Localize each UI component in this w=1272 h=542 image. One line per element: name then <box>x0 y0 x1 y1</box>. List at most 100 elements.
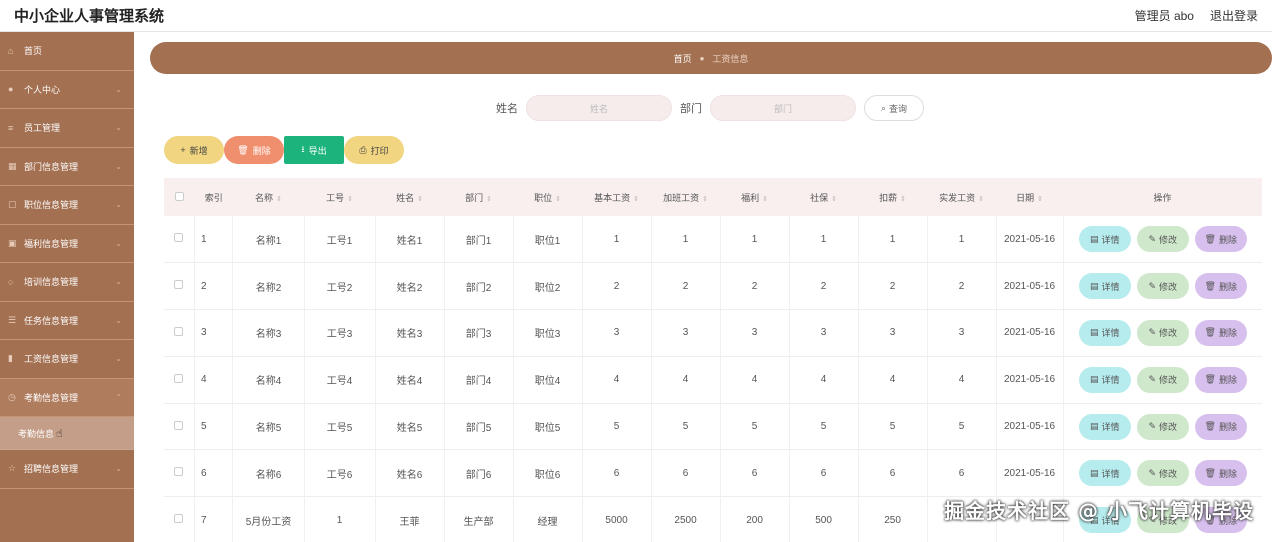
table-cell: 职位4 <box>513 356 583 404</box>
column-header[interactable]: 实发工资 ⇕ <box>927 178 996 216</box>
sort-icon[interactable]: ⇕ <box>276 196 282 203</box>
edit-button[interactable]: ✎ 修改 <box>1136 460 1189 487</box>
logout-link[interactable]: 退出登录 <box>1210 7 1258 24</box>
detail-icon: ▤ <box>1089 421 1099 432</box>
sort-icon[interactable]: ⇕ <box>1037 196 1043 203</box>
gift-icon: ▣ <box>8 237 17 248</box>
detail-button[interactable]: ▤ 详情 <box>1078 319 1131 346</box>
table-cell: 4 <box>720 356 790 404</box>
row-checkbox[interactable] <box>164 496 195 542</box>
sidebar-item-employee[interactable]: ≡ 员工管理 ⌄ <box>0 109 134 148</box>
sidebar-item-salary[interactable]: ▮ 工资信息管理 ⌄ <box>0 340 134 379</box>
column-header[interactable]: 部门 ⇕ <box>444 178 513 216</box>
table-cell: 1 <box>582 216 652 263</box>
sidebar-item-position[interactable]: ▢ 职位信息管理 ⌄ <box>0 186 134 225</box>
row-actions: ▤ 详情 ✎ 修改 🗑 删除 <box>1063 403 1262 450</box>
delete-button[interactable]: 🗑 删除 <box>1194 226 1247 253</box>
dept-search-label: 部门 <box>680 103 702 115</box>
sidebar-item-training[interactable]: ○ 培训信息管理 ⌄ <box>0 263 134 302</box>
sidebar-item-personal-center[interactable]: ● 个人中心 ⌄ <box>0 71 134 109</box>
sort-icon[interactable]: ⇕ <box>978 196 984 203</box>
column-header[interactable]: 加班工资 ⇕ <box>651 178 720 216</box>
detail-button[interactable]: ▤ 详情 <box>1078 273 1131 300</box>
search-row: 姓名 姓名 部门 部门 ⌕ 查询 <box>134 94 1272 122</box>
batch-delete-button[interactable]: 🗑 删除 <box>224 136 284 164</box>
export-button[interactable]: ⭳ 导出 <box>284 136 344 164</box>
table-cell: 2021-05-16 <box>996 356 1064 404</box>
column-header[interactable]: 名称 ⇕ <box>233 178 304 216</box>
column-header[interactable]: 工号 ⇕ <box>304 178 375 216</box>
column-header[interactable]: 职位 ⇕ <box>513 178 582 216</box>
column-header[interactable]: 姓名 ⇕ <box>375 178 444 216</box>
row-checkbox[interactable] <box>164 216 195 263</box>
sort-icon[interactable]: ⇕ <box>831 196 837 203</box>
sort-icon[interactable]: ⇕ <box>555 196 561 203</box>
hand-cursor-icon: ☝ <box>56 427 63 440</box>
sidebar-item-home[interactable]: ⌂ 首页 <box>0 32 134 71</box>
breadcrumb-home[interactable]: 首页 <box>674 52 692 65</box>
delete-button[interactable]: 🗑 删除 <box>1194 319 1247 346</box>
search-button[interactable]: ⌕ 查询 <box>864 95 924 121</box>
grid-icon: ▦ <box>8 160 17 171</box>
table-row: 1 名称1 工号1 姓名1 部门1 职位1 1 1 1 1 1 1 2021-05-16 ▤ 详情 ✎ 修改 🗑 删… <box>164 216 1262 263</box>
edit-button[interactable]: ✎ 修改 <box>1136 319 1189 346</box>
detail-button[interactable]: ▤ 详情 <box>1078 226 1131 253</box>
column-header[interactable]: 日期 ⇕ <box>996 178 1063 216</box>
column-header[interactable]: 基本工资 ⇕ <box>582 178 651 216</box>
detail-icon: ▤ <box>1089 327 1099 338</box>
sort-icon[interactable]: ⇕ <box>417 196 423 203</box>
chevron-down-icon: ⌄ <box>115 123 122 133</box>
sidebar-item-attendance[interactable]: ◷ 考勤信息管理 ⌃ <box>0 378 134 417</box>
column-header[interactable]: 社保 ⇕ <box>789 178 858 216</box>
column-header[interactable]: 福利 ⇕ <box>720 178 789 216</box>
row-checkbox[interactable] <box>164 449 195 497</box>
delete-button[interactable]: 🗑 删除 <box>1194 460 1247 487</box>
edit-button[interactable]: ✎ 修改 <box>1136 366 1189 393</box>
row-checkbox[interactable] <box>164 262 195 310</box>
detail-button[interactable]: ▤ 详情 <box>1078 413 1131 440</box>
table-cell: 3 <box>582 309 652 357</box>
watermark: 掘金技术社区 @ 小飞计算机毕设 <box>944 499 1254 523</box>
sort-icon[interactable]: ⇕ <box>486 196 492 203</box>
sort-icon[interactable]: ⇕ <box>900 196 906 203</box>
sidebar-item-recruitment[interactable]: ☆ 招聘信息管理 ⌄ <box>0 450 134 489</box>
sidebar-item-label: 福利信息管理 <box>24 238 79 249</box>
sidebar-item-label: 工资信息管理 <box>24 354 79 365</box>
row-checkbox[interactable] <box>164 356 195 404</box>
sort-icon[interactable]: ⇕ <box>633 196 639 203</box>
sort-icon[interactable]: ⇕ <box>762 196 768 203</box>
column-header[interactable]: 扣薪 ⇕ <box>858 178 927 216</box>
table-cell: 名称6 <box>232 449 305 497</box>
select-all-checkbox[interactable] <box>164 178 194 216</box>
sidebar-item-task[interactable]: ☰ 任务信息管理 ⌄ <box>0 302 134 340</box>
table-cell: 职位6 <box>513 449 583 497</box>
row-checkbox[interactable] <box>164 403 195 450</box>
row-checkbox[interactable] <box>164 309 195 357</box>
sort-icon[interactable]: ⇕ <box>347 196 353 203</box>
table-cell: 职位2 <box>513 262 583 310</box>
delete-button[interactable]: 🗑 删除 <box>1194 273 1247 300</box>
delete-button[interactable]: 🗑 删除 <box>1194 413 1247 440</box>
add-button[interactable]: + 新增 <box>164 136 224 164</box>
delete-button[interactable]: 🗑 删除 <box>1194 366 1247 393</box>
table-header-row: 索引 名称 ⇕ 工号 ⇕ 姓名 ⇕ 部门 ⇕ 职位 ⇕ 基本工资 ⇕ 加班工资 ⇕ 福利 ⇕ 社保 ⇕ 扣薪 ⇕ 实发工资… <box>164 178 1262 216</box>
table-cell: 1 <box>858 216 928 263</box>
table-cell: 5 <box>858 403 928 450</box>
sidebar-item-label: 培训信息管理 <box>24 277 79 288</box>
dept-search-input[interactable]: 部门 <box>710 95 856 121</box>
sidebar-item-department[interactable]: ▦ 部门信息管理 ⌄ <box>0 148 134 186</box>
detail-button[interactable]: ▤ 详情 <box>1078 366 1131 393</box>
edit-button[interactable]: ✎ 修改 <box>1136 273 1189 300</box>
table-cell: 工号1 <box>304 216 376 263</box>
sidebar-subitem-attendance-info[interactable]: 考勤信息 ☝ <box>0 417 134 450</box>
table-cell: 2021-05-16 <box>996 262 1064 310</box>
detail-button[interactable]: ▤ 详情 <box>1078 460 1131 487</box>
name-search-input[interactable]: 姓名 <box>526 95 672 121</box>
delete-button-label: 删除 <box>1218 375 1237 386</box>
edit-button[interactable]: ✎ 修改 <box>1136 226 1189 253</box>
edit-button[interactable]: ✎ 修改 <box>1136 413 1189 440</box>
sidebar-item-label: 部门信息管理 <box>24 161 79 172</box>
sort-icon[interactable]: ⇕ <box>702 196 708 203</box>
sidebar-item-welfare[interactable]: ▣ 福利信息管理 ⌄ <box>0 225 134 263</box>
print-button[interactable]: ⎙ 打印 <box>344 136 404 164</box>
